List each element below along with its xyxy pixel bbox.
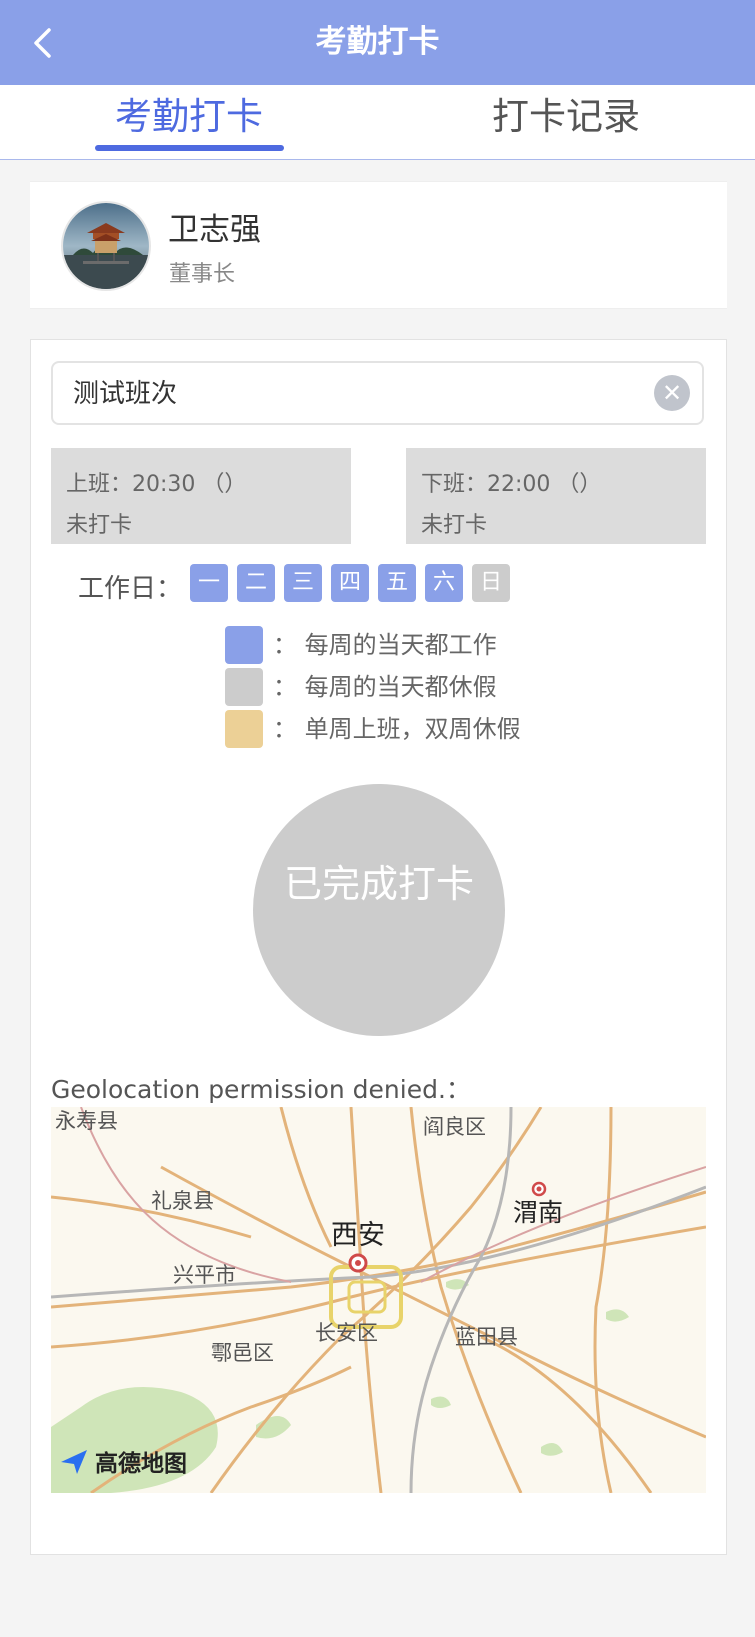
map-logo-text: 高德地图	[95, 1451, 187, 1477]
avatar	[61, 201, 151, 291]
clock-in-box: 上班：20:30 （） 未打卡	[51, 448, 351, 544]
legend-swatch-work	[225, 626, 263, 664]
map-label-weinan: 渭南	[513, 1198, 564, 1227]
map-label-xian: 西安	[331, 1220, 385, 1251]
user-card: 卫志强 董事长	[30, 181, 727, 309]
legend-swatch-rest	[225, 668, 263, 706]
geolocation-message: Geolocation permission denied.：	[51, 1075, 471, 1104]
clock-out-status: 未打卡	[421, 513, 488, 538]
workday-label: 工作日：	[78, 574, 183, 604]
attendance-panel: 测试班次 ✕ 上班：20:30 （） 未打卡 下班：22:00 （） 未打卡 工…	[30, 339, 727, 1555]
navigation-arrow-icon	[61, 1450, 87, 1474]
workday-fri: 五	[378, 564, 416, 602]
legend-swatch-alternate	[225, 710, 263, 748]
clock-out-time: 下班：22:00 （）	[421, 472, 602, 497]
tab-records[interactable]: 打卡记录	[456, 85, 676, 159]
workday-sat: 六	[425, 564, 463, 602]
amap-logo: 高德地图	[59, 1443, 187, 1479]
shift-select[interactable]: 测试班次 ✕	[51, 361, 704, 425]
map-roads	[51, 1107, 706, 1493]
workday-sun: 日	[472, 564, 510, 602]
clock-in-status: 未打卡	[66, 513, 133, 538]
page-title: 考勤打卡	[315, 24, 440, 60]
clock-out-box: 下班：22:00 （） 未打卡	[406, 448, 706, 544]
workday-mon: 一	[190, 564, 228, 602]
workday-thu: 四	[331, 564, 369, 602]
map-label-changan: 长安区	[315, 1321, 378, 1345]
user-role: 董事长	[169, 262, 236, 287]
map-label-liquan: 礼泉县	[151, 1189, 214, 1213]
workday-tue: 二	[237, 564, 275, 602]
map-view[interactable]: 永寿县 阎良区 礼泉县 渭南 西安 兴平市 长安区 蓝田县 鄠邑区 高德地图	[51, 1107, 706, 1493]
active-tab-indicator	[95, 145, 284, 151]
shift-name: 测试班次	[73, 379, 178, 409]
map-label-xingping: 兴平市	[173, 1263, 236, 1287]
map-label-yongshou: 永寿县	[55, 1109, 118, 1133]
legend-text-alternate: ： 单周上班，双周休假	[273, 715, 521, 743]
map-label-yanliang: 阎良区	[423, 1115, 486, 1139]
close-circle-icon[interactable]: ✕	[654, 375, 690, 411]
clock-in-time: 上班：20:30 （）	[66, 472, 247, 497]
punch-button[interactable]: 已完成打卡	[253, 784, 505, 1036]
map-label-lantian: 蓝田县	[455, 1325, 518, 1349]
workday-wed: 三	[284, 564, 322, 602]
legend-text-rest: ： 每周的当天都休假	[273, 673, 497, 701]
app-header: 考勤打卡	[0, 0, 755, 85]
map-label-huyi: 鄠邑区	[211, 1341, 274, 1365]
user-name: 卫志强	[168, 212, 261, 248]
legend-text-work: ： 每周的当天都工作	[273, 631, 497, 659]
